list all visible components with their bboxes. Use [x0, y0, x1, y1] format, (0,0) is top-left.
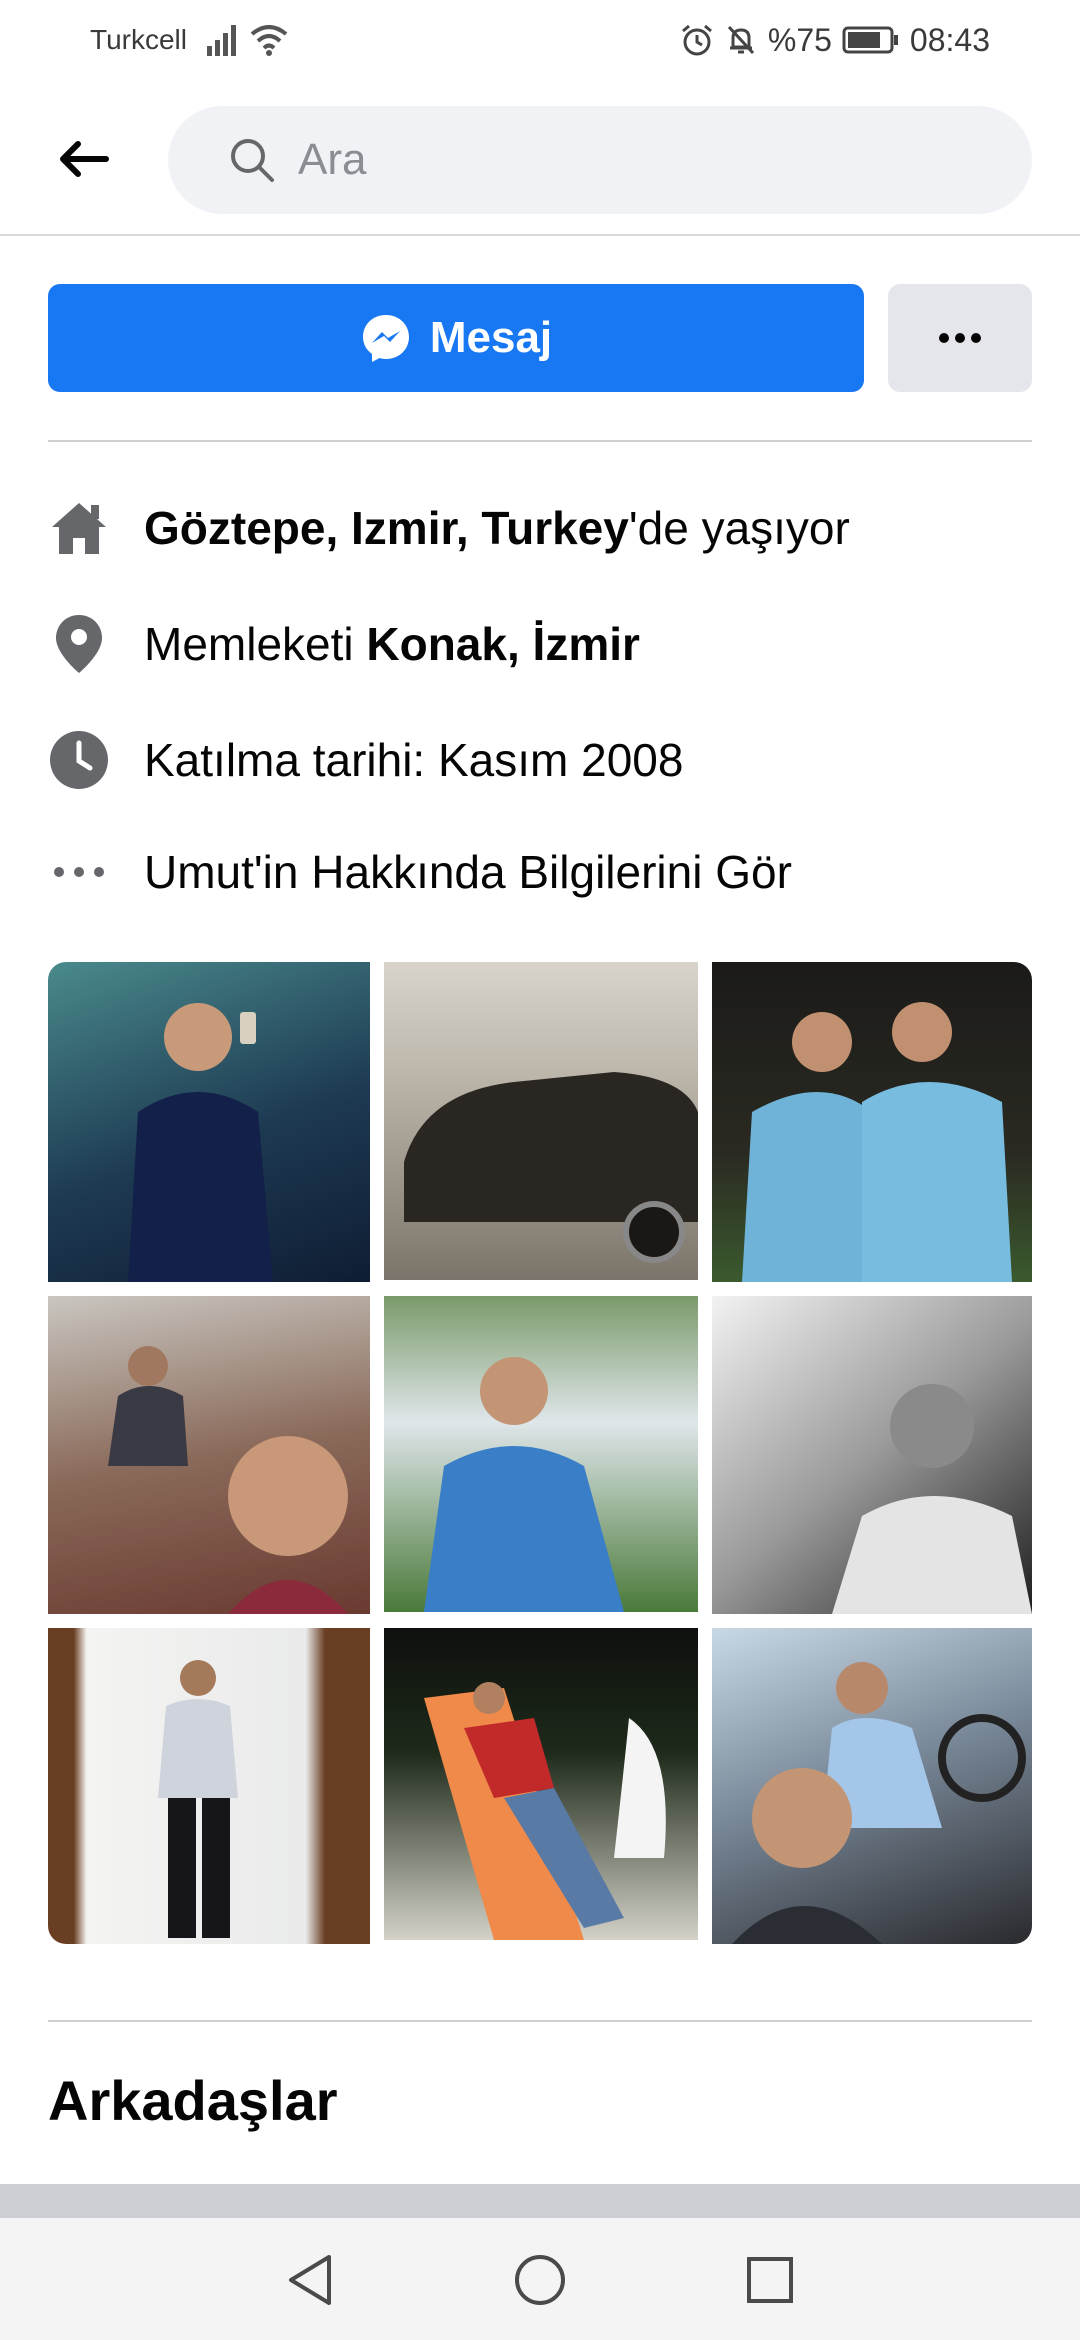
search-input[interactable]	[298, 135, 898, 185]
section-separator	[0, 2184, 1080, 2218]
carrier-name: Turkcell	[90, 24, 187, 55]
muted-bell-icon	[727, 25, 754, 55]
message-button-label: Mesaj	[429, 313, 553, 362]
location-pin-icon	[48, 613, 110, 675]
driver-selfie	[732, 1662, 1026, 1944]
back-button[interactable]	[50, 126, 116, 192]
photo-thumbnail[interactable]	[712, 962, 1032, 1282]
status-indicators: %75 08:43	[680, 20, 990, 60]
photo-thumbnail[interactable]	[712, 1296, 1032, 1614]
two-players-shape	[742, 1002, 1012, 1282]
photo-thumbnail[interactable]	[48, 1296, 370, 1614]
search-bar[interactable]	[168, 106, 1032, 214]
photo-thumbnail[interactable]	[48, 1628, 370, 1944]
search-icon	[231, 139, 274, 182]
nav-back-button[interactable]	[278, 2248, 342, 2312]
lounger-shape	[424, 1682, 666, 1940]
photo-thumbnail[interactable]	[712, 1628, 1032, 1944]
info-see-about[interactable]: Umut'in Hakkında Bilgilerini Gör	[48, 832, 1032, 912]
lives-in-suffix: 'de yaşıyor	[628, 502, 850, 554]
car-shape	[404, 1072, 698, 1263]
more-options-button[interactable]	[888, 284, 1032, 392]
info-joined: Katılma tarihi: Kasım 2008	[48, 720, 1032, 800]
photo-thumbnail[interactable]	[384, 1296, 698, 1612]
person-silhouette	[128, 1003, 273, 1282]
section-divider	[48, 2020, 1032, 2022]
hometown-place: Konak, İzmir	[366, 618, 640, 670]
wifi-icon	[250, 25, 288, 56]
top-bar	[0, 80, 1080, 236]
messenger-icon	[362, 315, 409, 362]
section-divider	[48, 440, 1032, 442]
status-bar: Turkcell %75 08:43	[0, 0, 1080, 80]
joined-date: Katılma tarihi: Kasım 2008	[144, 734, 684, 786]
photo-thumbnail[interactable]	[384, 962, 698, 1280]
selfie-shape	[108, 1346, 348, 1614]
photo-grid	[48, 962, 1032, 1944]
info-lives-in: Göztepe, Izmir, Turkey'de yaşıyor	[48, 488, 1032, 568]
see-about-link[interactable]: Umut'in Hakkında Bilgilerini Gör	[144, 845, 792, 899]
circle-home-icon	[515, 2255, 565, 2305]
battery-icon	[842, 26, 898, 54]
photo-thumbnail[interactable]	[48, 962, 370, 1282]
home-icon	[48, 497, 110, 559]
square-recents-icon	[747, 2257, 793, 2303]
back-arrow-icon	[60, 141, 109, 177]
hometown-prefix: Memleketi	[144, 618, 367, 670]
message-button[interactable]: Mesaj	[48, 284, 864, 392]
signal-icon	[207, 25, 236, 56]
more-horizontal-icon	[48, 841, 110, 903]
triangle-back-icon	[289, 2255, 331, 2305]
clock-icon	[48, 729, 110, 791]
lives-in-place: Göztepe, Izmir, Turkey	[144, 502, 629, 554]
battery-percent: %75	[767, 21, 832, 58]
alarm-icon	[681, 24, 712, 56]
photo-thumbnail[interactable]	[384, 1628, 698, 1940]
mirror-selfie	[158, 1660, 238, 1938]
more-dots-icon	[939, 333, 981, 343]
bw-portrait	[832, 1384, 1032, 1614]
nav-home-button[interactable]	[508, 2248, 572, 2312]
person-blue-shirt	[424, 1357, 624, 1612]
info-hometown: Memleketi Konak, İzmir	[48, 604, 1032, 684]
nav-recents-button[interactable]	[738, 2248, 802, 2312]
friends-section-title: Arkadaşlar	[48, 2069, 338, 2132]
clock-time: 08:43	[909, 21, 990, 58]
system-nav-bar	[0, 2218, 1080, 2340]
